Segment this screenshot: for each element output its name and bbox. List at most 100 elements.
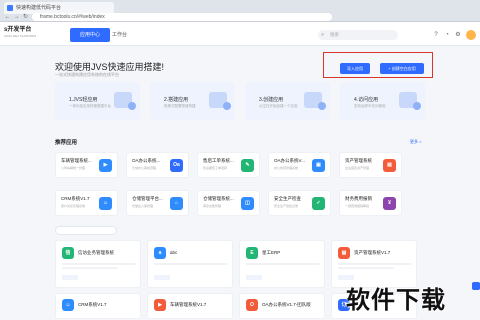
tab-workbench[interactable]: 工作台 [102, 28, 137, 42]
browser-chrome: 快速构建低代码平台 ← → ↻ frame.bctools.cn/#/web/i… [0, 0, 480, 22]
app-card[interactable]: E 星工ERP [239, 240, 325, 288]
float-service-icon[interactable] [472, 282, 480, 290]
abc-icon: a [154, 247, 166, 259]
filter-input[interactable] [55, 226, 117, 235]
card-name: 仓储管理系统... [203, 196, 234, 201]
asset-icon: ▤ [383, 159, 396, 172]
forward-icon[interactable]: → [13, 14, 20, 21]
app-card[interactable]: ▶ 车辆管理系统V1.7 [147, 293, 233, 319]
box-icon: ◫ [241, 197, 254, 210]
step-title: 1.JVS轻应用 [69, 97, 98, 103]
logo[interactable]: s开发平台 SAAS DEV PLATFORM [4, 27, 36, 38]
card-desc: 客户关系管理系统 [61, 204, 86, 208]
app-card[interactable]: ☺ CRM系统V1.7 [55, 293, 141, 319]
card-name: OA办公系统... [132, 158, 161, 163]
illustration-dot [223, 102, 231, 110]
app-name: 星工ERP [262, 250, 281, 255]
card-name: 车辆管理系统... [61, 158, 92, 163]
app-name: 车辆管理系统V1.7 [170, 302, 207, 307]
erp-icon: E [246, 247, 258, 259]
card-name: 财务费用报销 [345, 196, 372, 201]
petition-icon: 信 [62, 247, 74, 259]
oa-icon: O [246, 299, 258, 311]
recommend-card[interactable]: 售后工单系统... 售后服务工单流转 ✎ [197, 152, 260, 178]
step-desc: 从空白开始创建一个应用 [259, 104, 298, 108]
app-card[interactable]: 信 信访业务管理系统 [55, 240, 141, 288]
create-app-button[interactable]: + 创建空白应用 [380, 63, 424, 74]
help-icon[interactable]: ? [432, 31, 440, 39]
recommend-card[interactable]: 资产管理系统 企业固定资产管理 ▤ [339, 152, 402, 178]
card-name: 售后工单系统... [203, 158, 234, 163]
recommend-card[interactable]: 仓储管理系统... 库存台账管理 ◫ [197, 190, 260, 216]
illustration-dot [413, 102, 421, 110]
app-name: 信访业务管理系统 [78, 250, 114, 255]
card-name: 资产管理系统 [345, 158, 372, 163]
finance-icon: ¥ [383, 197, 396, 210]
card-desc: 售后服务工单流转 [203, 166, 228, 170]
crm-icon: ☺ [62, 299, 74, 311]
recommend-card[interactable]: 财务费用报销 一键费用报销审批 ¥ [339, 190, 402, 216]
app-tag [246, 275, 262, 280]
desc-placeholder [62, 263, 136, 265]
watermark: 软件下载 [346, 287, 446, 314]
back-icon[interactable]: ← [4, 14, 11, 21]
card-desc: 公司车辆统一管理 [61, 166, 86, 170]
illustration-dot [128, 102, 136, 110]
browser-tab-title: 快速构建低代码平台 [16, 5, 62, 11]
car-icon: ▶ [154, 299, 166, 311]
desc-placeholder [246, 263, 320, 265]
app-card[interactable]: O OA办公系统V1.7-团队版 [239, 293, 325, 319]
section-title: 推荐应用 [55, 140, 78, 146]
search-input[interactable]: ⌕ 搜索 [318, 30, 398, 40]
illustration-dot [318, 102, 326, 110]
card-name: OA办公系统V... [274, 158, 305, 163]
recommend-card[interactable]: OA办公系统V... 办公协同管理系统 ▣ [268, 152, 331, 178]
step-title: 2.搭建应用 [164, 97, 189, 103]
more-link[interactable]: 更多 > [410, 139, 421, 145]
app-name: 资产管理系统V1.7 [354, 250, 391, 255]
warehouse-icon: ⌂ [170, 197, 183, 210]
card-desc: 企业固定资产管理 [345, 166, 370, 170]
car-icon: ▶ [99, 159, 112, 172]
recommend-card[interactable]: 车辆管理系统... 公司车辆统一管理 ▶ [55, 152, 118, 178]
app-name: OA办公系统V1.7-团队版 [262, 302, 311, 307]
shield-icon: ✓ [312, 197, 325, 210]
logo-text: s开发平台 [4, 27, 32, 33]
step-card[interactable]: 2.搭建应用 拖拽式配置快速构建 [150, 82, 235, 120]
notification-icon[interactable]: ◔ [443, 31, 451, 39]
recommend-card[interactable]: 安全生产检查 安全生产巡检记录 ✓ [268, 190, 331, 216]
import-app-button[interactable]: 导入应用 [340, 63, 370, 74]
card-desc: 仓储出入库管理 [132, 204, 154, 208]
step-card[interactable]: 1.JVS轻应用 一体化轻应用快速搭建平台 [55, 82, 140, 120]
card-desc: 日常办公审批流程 [132, 166, 157, 170]
ticket-icon: ✎ [241, 159, 254, 172]
step-card[interactable]: 4.访问应用 发布后即可访问使用 [340, 82, 425, 120]
app-card[interactable]: a abc [147, 240, 233, 288]
step-desc: 一体化轻应用快速搭建平台 [69, 104, 111, 108]
desc-placeholder [338, 263, 412, 265]
step-card[interactable]: 3.创建应用 从空白开始创建一个应用 [245, 82, 330, 120]
card-desc: 安全生产巡检记录 [274, 204, 299, 208]
desc-placeholder [62, 267, 118, 269]
step-desc: 拖拽式配置快速构建 [164, 104, 196, 108]
card-name: CRM系统V1.7 [61, 196, 90, 201]
desc-placeholder [338, 267, 394, 269]
app-name: abc [170, 250, 178, 255]
recommend-card[interactable]: CRM系统V1.7 客户关系管理系统 ☺ [55, 190, 118, 216]
oa-icon: Oa [170, 159, 183, 172]
recommend-card[interactable]: OA办公系统... 日常办公审批流程 Oa [126, 152, 189, 178]
card-desc: 库存台账管理 [203, 204, 222, 208]
recommend-card[interactable]: 仓储管理平台... 仓储出入库管理 ⌂ [126, 190, 189, 216]
refresh-icon[interactable]: ↻ [22, 14, 29, 21]
logo-subtext: SAAS DEV PLATFORM [4, 34, 36, 38]
avatar[interactable] [466, 30, 476, 40]
settings-icon[interactable]: ⚙ [454, 31, 462, 39]
search-placeholder: 搜索 [330, 32, 339, 37]
step-title: 4.访问应用 [354, 97, 379, 103]
app-name: CRM系统V1.7 [78, 302, 107, 307]
address-bar[interactable]: frame.bctools.cn/#/web/index [32, 13, 332, 21]
app-tag [154, 275, 170, 280]
step-title: 3.创建应用 [259, 97, 284, 103]
card-name: 仓储管理平台... [132, 196, 163, 201]
step-desc: 发布后即可访问使用 [354, 104, 386, 108]
